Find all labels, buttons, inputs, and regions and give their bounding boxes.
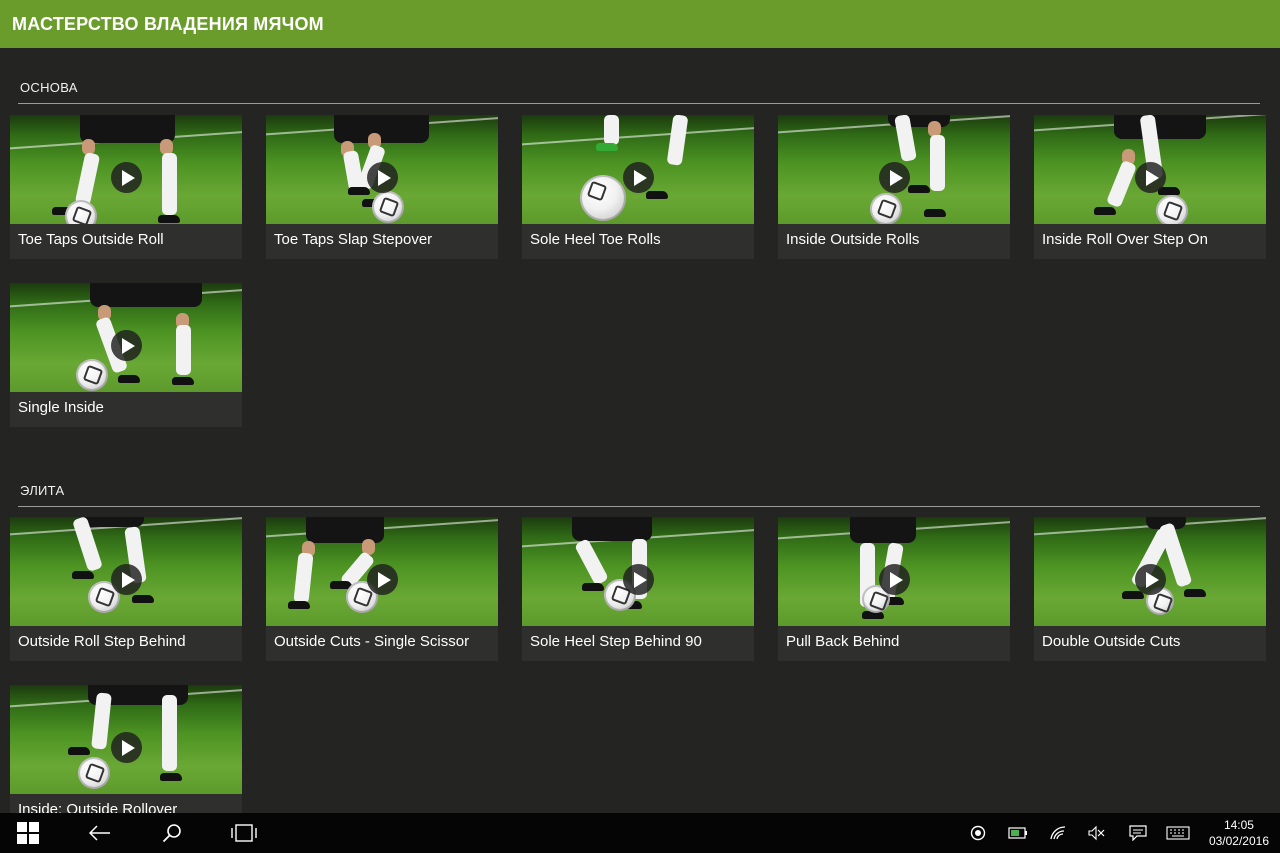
play-icon xyxy=(623,564,654,595)
video-title: Outside Roll Step Behind xyxy=(18,633,186,650)
section-divider xyxy=(18,506,1260,507)
action-center-icon[interactable] xyxy=(1126,813,1150,853)
video-thumbnail xyxy=(778,115,1010,224)
search-icon[interactable] xyxy=(156,813,188,853)
clock-time: 14:05 xyxy=(1223,818,1254,832)
video-tile[interactable]: Sole Heel Step Behind 90 xyxy=(522,517,754,661)
app-header: МАСТЕРСТВО ВЛАДЕНИЯ МЯЧОМ xyxy=(0,0,1280,48)
video-thumbnail xyxy=(778,517,1010,626)
video-tile[interactable]: Double Outside Cuts xyxy=(1034,517,1266,661)
video-thumbnail xyxy=(1034,115,1266,224)
volume-muted-icon[interactable] xyxy=(1084,813,1108,853)
video-title: Single Inside xyxy=(18,399,104,416)
video-thumbnail xyxy=(10,283,242,392)
play-icon xyxy=(623,162,654,193)
section-label-elite: ЭЛИТА xyxy=(20,483,65,498)
video-title: Outside Cuts - Single Scissor xyxy=(274,633,470,650)
video-title: Toe Taps Outside Roll xyxy=(18,231,164,248)
section-label-basic: ОСНОВА xyxy=(20,80,78,95)
video-title: Pull Back Behind xyxy=(786,633,900,650)
clock-date: 03/02/2016 xyxy=(1208,834,1269,848)
video-thumbnail xyxy=(266,115,498,224)
back-arrow-icon[interactable] xyxy=(84,813,116,853)
video-thumbnail xyxy=(10,517,242,626)
video-title: Toe Taps Slap Stepover xyxy=(274,231,433,248)
video-tile[interactable]: Toe Taps Slap Stepover xyxy=(266,115,498,259)
video-thumbnail xyxy=(1034,517,1266,626)
wifi-icon[interactable] xyxy=(1046,813,1070,853)
windows-start-icon[interactable] xyxy=(10,813,46,853)
main-content[interactable]: ОСНОВА Toe Taps Outside Roll Toe Taps Sl… xyxy=(0,48,1280,813)
video-tile[interactable]: Single Inside xyxy=(10,283,242,427)
video-tile[interactable]: Outside Cuts - Single Scissor xyxy=(266,517,498,661)
play-icon xyxy=(111,162,142,193)
video-tile[interactable]: Inside Roll Over Step On xyxy=(1034,115,1266,259)
video-title: Double Outside Cuts xyxy=(1042,633,1181,650)
video-thumbnail xyxy=(522,517,754,626)
video-title: Inside: Outside Rollover xyxy=(18,801,178,813)
play-icon xyxy=(879,564,910,595)
video-tile[interactable]: Outside Roll Step Behind xyxy=(10,517,242,661)
section-divider xyxy=(18,103,1260,104)
video-thumbnail xyxy=(10,685,242,794)
video-thumbnail xyxy=(522,115,754,224)
video-thumbnail xyxy=(266,517,498,626)
play-icon xyxy=(111,564,142,595)
video-tile[interactable]: Sole Heel Toe Rolls xyxy=(522,115,754,259)
task-view-icon[interactable] xyxy=(228,813,260,853)
video-title: Inside Outside Rolls xyxy=(786,231,920,248)
video-title: Inside Roll Over Step On xyxy=(1042,231,1208,248)
page-title: МАСТЕРСТВО ВЛАДЕНИЯ МЯЧОМ xyxy=(12,13,324,34)
video-tile[interactable]: Toe Taps Outside Roll xyxy=(10,115,242,259)
play-icon xyxy=(879,162,910,193)
taskbar: 14:05 03/02/2016 xyxy=(0,813,1280,853)
video-tile[interactable]: Inside Outside Rolls xyxy=(778,115,1010,259)
play-icon xyxy=(367,564,398,595)
record-icon[interactable] xyxy=(966,813,990,853)
video-tile[interactable]: Inside: Outside Rollover xyxy=(10,685,242,813)
play-icon xyxy=(111,330,142,361)
video-thumbnail xyxy=(10,115,242,224)
battery-icon[interactable] xyxy=(1006,813,1030,853)
play-icon xyxy=(111,732,142,763)
play-icon xyxy=(1135,564,1166,595)
video-title: Sole Heel Toe Rolls xyxy=(530,231,661,248)
video-title: Sole Heel Step Behind 90 xyxy=(530,633,702,650)
system-clock[interactable]: 14:05 03/02/2016 xyxy=(1209,817,1269,849)
video-tile[interactable]: Pull Back Behind xyxy=(778,517,1010,661)
play-icon xyxy=(367,162,398,193)
keyboard-icon[interactable] xyxy=(1164,813,1192,853)
play-icon xyxy=(1135,162,1166,193)
